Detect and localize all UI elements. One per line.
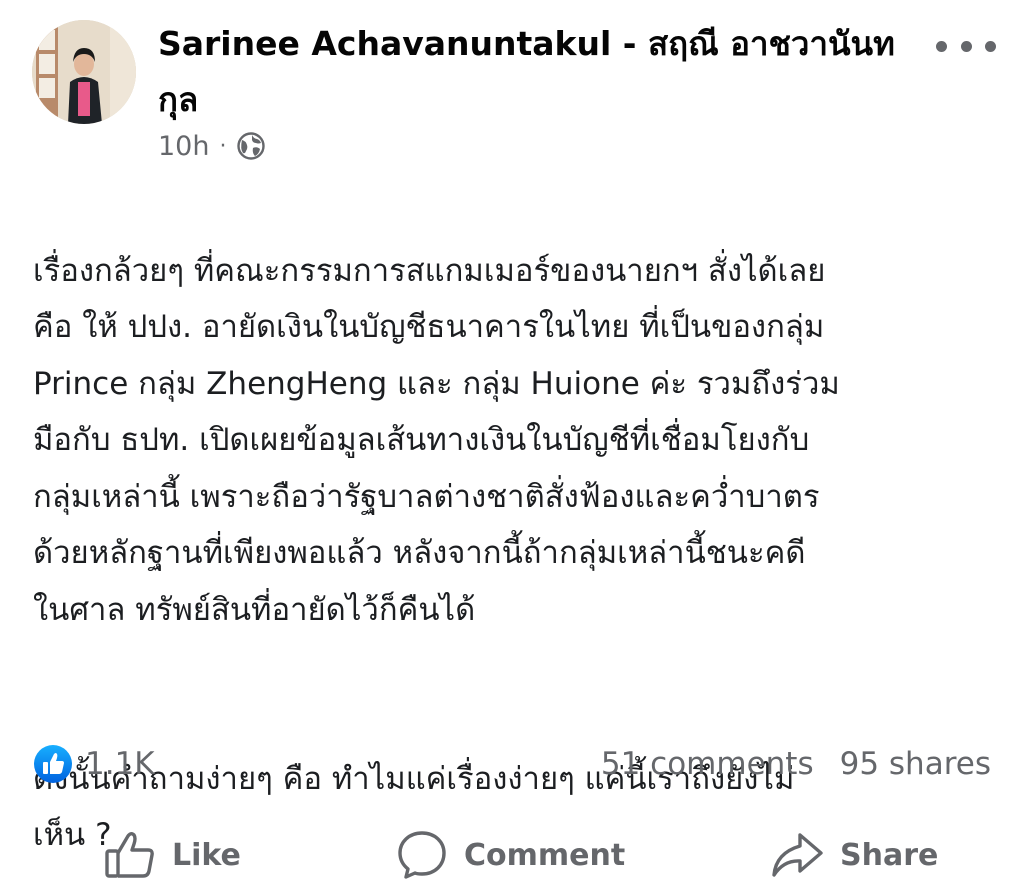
comment-button[interactable]: Comment [396, 820, 625, 890]
engagement-counts: 51 comments 95 shares [601, 744, 991, 784]
like-reaction-icon [34, 745, 72, 783]
author-name[interactable]: Sarinee Achavanuntakul - สฤณี อาชวานันทก… [158, 16, 918, 128]
more-horizontal-icon [936, 40, 947, 52]
comment-label: Comment [464, 837, 626, 873]
reaction-count: 1.1K [85, 746, 155, 782]
globe-icon[interactable] [236, 131, 266, 161]
share-label: Share [840, 837, 939, 873]
post-body: เรื่องกล้วยๆ ที่คณะกรรมการสแกมเมอร์ของนา… [33, 186, 993, 895]
reaction-summary[interactable]: 1.1K [33, 744, 155, 784]
thumbs-up-icon [105, 832, 154, 878]
more-options-button[interactable] [936, 26, 996, 66]
like-button[interactable]: Like [104, 820, 241, 890]
share-button[interactable]: Share [770, 820, 938, 890]
post-timestamp[interactable]: 10h [158, 131, 209, 162]
avatar-photo [32, 20, 136, 124]
meta-separator: · [219, 133, 227, 159]
comments-count[interactable]: 51 comments [601, 746, 814, 782]
share-arrow-icon [772, 833, 823, 877]
post-meta: 10h · [158, 126, 266, 166]
comment-bubble-icon [398, 831, 446, 879]
like-label: Like [172, 837, 241, 873]
post-actions-bar: Like Comment Share [0, 820, 1024, 890]
shares-count[interactable]: 95 shares [840, 746, 991, 782]
post-paragraph: เรื่องกล้วยๆ ที่คณะกรรมการสแกมเมอร์ของนา… [33, 252, 840, 628]
facebook-post: Sarinee Achavanuntakul - สฤณี อาชวานันทก… [0, 0, 1024, 895]
author-avatar[interactable] [32, 20, 136, 124]
